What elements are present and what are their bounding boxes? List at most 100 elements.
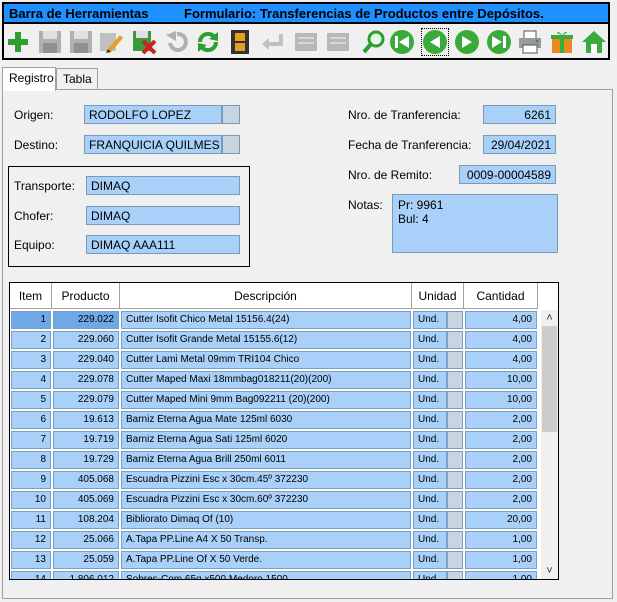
col-header-producto[interactable]: Producto xyxy=(52,283,120,309)
nro-remito-field[interactable]: 0009-00004589 xyxy=(459,165,556,184)
scroll-up-icon[interactable]: ˄ xyxy=(544,313,555,324)
disabled-button-1[interactable] xyxy=(292,28,320,56)
origen-dropdown-button[interactable] xyxy=(222,105,240,124)
gift-button[interactable] xyxy=(548,28,576,56)
cell-descripcion[interactable]: Cutter Maped Mini 9mm Bag092211 (20)(200… xyxy=(121,391,411,409)
cell-cantidad[interactable]: 4,00 xyxy=(465,311,537,329)
cell-unidad[interactable]: Und. xyxy=(413,431,447,449)
cell-producto[interactable]: 19.613 xyxy=(53,411,119,429)
unidad-dropdown-button[interactable] xyxy=(447,511,463,529)
cell-item[interactable]: 10 xyxy=(11,491,51,509)
cell-cantidad[interactable]: 4,00 xyxy=(465,331,537,349)
cell-cantidad[interactable]: 1,00 xyxy=(465,531,537,549)
cell-unidad[interactable]: Und. xyxy=(413,571,447,579)
unidad-dropdown-button[interactable] xyxy=(447,331,463,349)
return-button[interactable] xyxy=(259,28,287,56)
transporte-field[interactable]: DIMAQ xyxy=(86,176,240,195)
table-row[interactable]: 2 229.060 Cutter Isofit Grande Metal 15155… xyxy=(10,330,540,350)
cell-producto[interactable]: 1.806.012 xyxy=(53,571,119,579)
cell-item[interactable]: 14 xyxy=(11,571,51,579)
unidad-dropdown-button[interactable] xyxy=(447,411,463,429)
cell-unidad[interactable]: Und. xyxy=(413,331,447,349)
table-row[interactable]: 7 19.719 Barniz Eterna Agua Sati 125ml 602… xyxy=(10,430,540,450)
cell-descripcion[interactable]: Escuadra Pizzini Esc x 30cm.60º 372230 xyxy=(121,491,411,509)
add-button[interactable] xyxy=(4,28,32,56)
cell-descripcion[interactable]: Cutter Maped Maxi 18mmbag018211(20)(200) xyxy=(121,371,411,389)
grid-vertical-scrollbar[interactable]: ˄ ˅ xyxy=(541,310,558,579)
home-button[interactable] xyxy=(580,28,608,56)
cell-producto[interactable]: 229.079 xyxy=(53,391,119,409)
cell-unidad[interactable]: Und. xyxy=(413,531,447,549)
cell-cantidad[interactable]: 2,00 xyxy=(465,431,537,449)
table-row[interactable]: 5 229.079 Cutter Maped Mini 9mm Bag092211 … xyxy=(10,390,540,410)
nro-transferencia-field[interactable]: 6261 xyxy=(483,105,556,124)
table-row[interactable]: 4 229.078 Cutter Maped Maxi 18mmbag018211(… xyxy=(10,370,540,390)
scroll-thumb[interactable] xyxy=(542,326,557,432)
cell-producto[interactable]: 25.066 xyxy=(53,531,119,549)
undo-button[interactable] xyxy=(163,28,191,56)
cell-descripcion[interactable]: Cutter Lami Metal 09mm TRI104 Chico xyxy=(121,351,411,369)
cell-cantidad[interactable]: 1,00 xyxy=(465,551,537,569)
scroll-down-icon[interactable]: ˅ xyxy=(544,566,555,577)
table-row[interactable]: 6 19.613 Barniz Eterna Agua Mate 125ml 603… xyxy=(10,410,540,430)
disabled-button-2[interactable] xyxy=(324,28,352,56)
video-button[interactable] xyxy=(226,28,254,56)
table-row[interactable]: 11 108.204 Bibliorato Dimaq Of (10) Und. 20,… xyxy=(10,510,540,530)
cell-descripcion[interactable]: Escuadra Pizzini Esc x 30cm.45º 372230 xyxy=(121,471,411,489)
cell-item[interactable]: 11 xyxy=(11,511,51,529)
unidad-dropdown-button[interactable] xyxy=(447,351,463,369)
cell-producto[interactable]: 229.078 xyxy=(53,371,119,389)
prev-record-button[interactable] xyxy=(421,28,449,56)
tab-tabla[interactable]: Tabla xyxy=(56,68,98,90)
origen-combo[interactable]: RODOLFO LOPEZ xyxy=(84,105,222,124)
cell-unidad[interactable]: Und. xyxy=(413,551,447,569)
first-record-button[interactable] xyxy=(388,28,416,56)
cell-cantidad[interactable]: 2,00 xyxy=(465,491,537,509)
search-button[interactable] xyxy=(360,28,388,56)
cell-item[interactable]: 5 xyxy=(11,391,51,409)
chofer-field[interactable]: DIMAQ xyxy=(86,206,240,225)
notas-textarea[interactable]: Pr: 9961 Bul: 4 xyxy=(392,194,558,253)
unidad-dropdown-button[interactable] xyxy=(447,571,463,579)
cell-descripcion[interactable]: Bibliorato Dimaq Of (10) xyxy=(121,511,411,529)
cell-item[interactable]: 8 xyxy=(11,451,51,469)
cell-unidad[interactable]: Und. xyxy=(413,471,447,489)
table-row[interactable]: 1 229.022 Cutter Isofit Chico Metal 15156.… xyxy=(10,310,540,330)
unidad-dropdown-button[interactable] xyxy=(447,491,463,509)
table-row[interactable]: 10 405.069 Escuadra Pizzini Esc x 30cm.60º… xyxy=(10,490,540,510)
unidad-dropdown-button[interactable] xyxy=(447,391,463,409)
col-header-descripcion[interactable]: Descripción xyxy=(120,283,412,309)
unidad-dropdown-button[interactable] xyxy=(447,451,463,469)
destino-dropdown-button[interactable] xyxy=(222,135,240,154)
last-record-button[interactable] xyxy=(485,28,513,56)
table-row[interactable]: 13 25.059 A.Tapa PP.Line Of X 50 Verde. Und… xyxy=(10,550,540,570)
unidad-dropdown-button[interactable] xyxy=(447,531,463,549)
cell-item[interactable]: 12 xyxy=(11,531,51,549)
cell-unidad[interactable]: Und. xyxy=(413,371,447,389)
cell-producto[interactable]: 405.069 xyxy=(53,491,119,509)
cell-cantidad[interactable]: 20,00 xyxy=(465,511,537,529)
cell-cantidad[interactable]: 10,00 xyxy=(465,371,537,389)
cell-item[interactable]: 7 xyxy=(11,431,51,449)
cell-cantidad[interactable]: 1,00 xyxy=(465,571,537,579)
unidad-dropdown-button[interactable] xyxy=(447,311,463,329)
cell-unidad[interactable]: Und. xyxy=(413,451,447,469)
cell-cantidad[interactable]: 2,00 xyxy=(465,471,537,489)
cell-cantidad[interactable]: 10,00 xyxy=(465,391,537,409)
col-header-item[interactable]: Item xyxy=(10,283,52,309)
cell-unidad[interactable]: Und. xyxy=(413,391,447,409)
cell-producto[interactable]: 405.068 xyxy=(53,471,119,489)
cell-item[interactable]: 13 xyxy=(11,551,51,569)
table-row[interactable]: 9 405.068 Escuadra Pizzini Esc x 30cm.45º … xyxy=(10,470,540,490)
cell-producto[interactable]: 229.060 xyxy=(53,331,119,349)
destino-combo[interactable]: FRANQUICIA QUILMES xyxy=(84,135,222,154)
table-row[interactable]: 14 1.806.012 Sobres-Com 65g x500 Medoro 15… xyxy=(10,570,540,579)
print-button[interactable] xyxy=(516,28,544,56)
next-record-button[interactable] xyxy=(453,28,481,56)
cell-descripcion[interactable]: Cutter Isofit Chico Metal 15156.4(24) xyxy=(121,311,411,329)
cell-item[interactable]: 3 xyxy=(11,351,51,369)
unidad-dropdown-button[interactable] xyxy=(447,471,463,489)
cell-descripcion[interactable]: Barniz Eterna Agua Sati 125ml 6020 xyxy=(121,431,411,449)
cell-producto[interactable]: 108.204 xyxy=(53,511,119,529)
cell-unidad[interactable]: Und. xyxy=(413,311,447,329)
